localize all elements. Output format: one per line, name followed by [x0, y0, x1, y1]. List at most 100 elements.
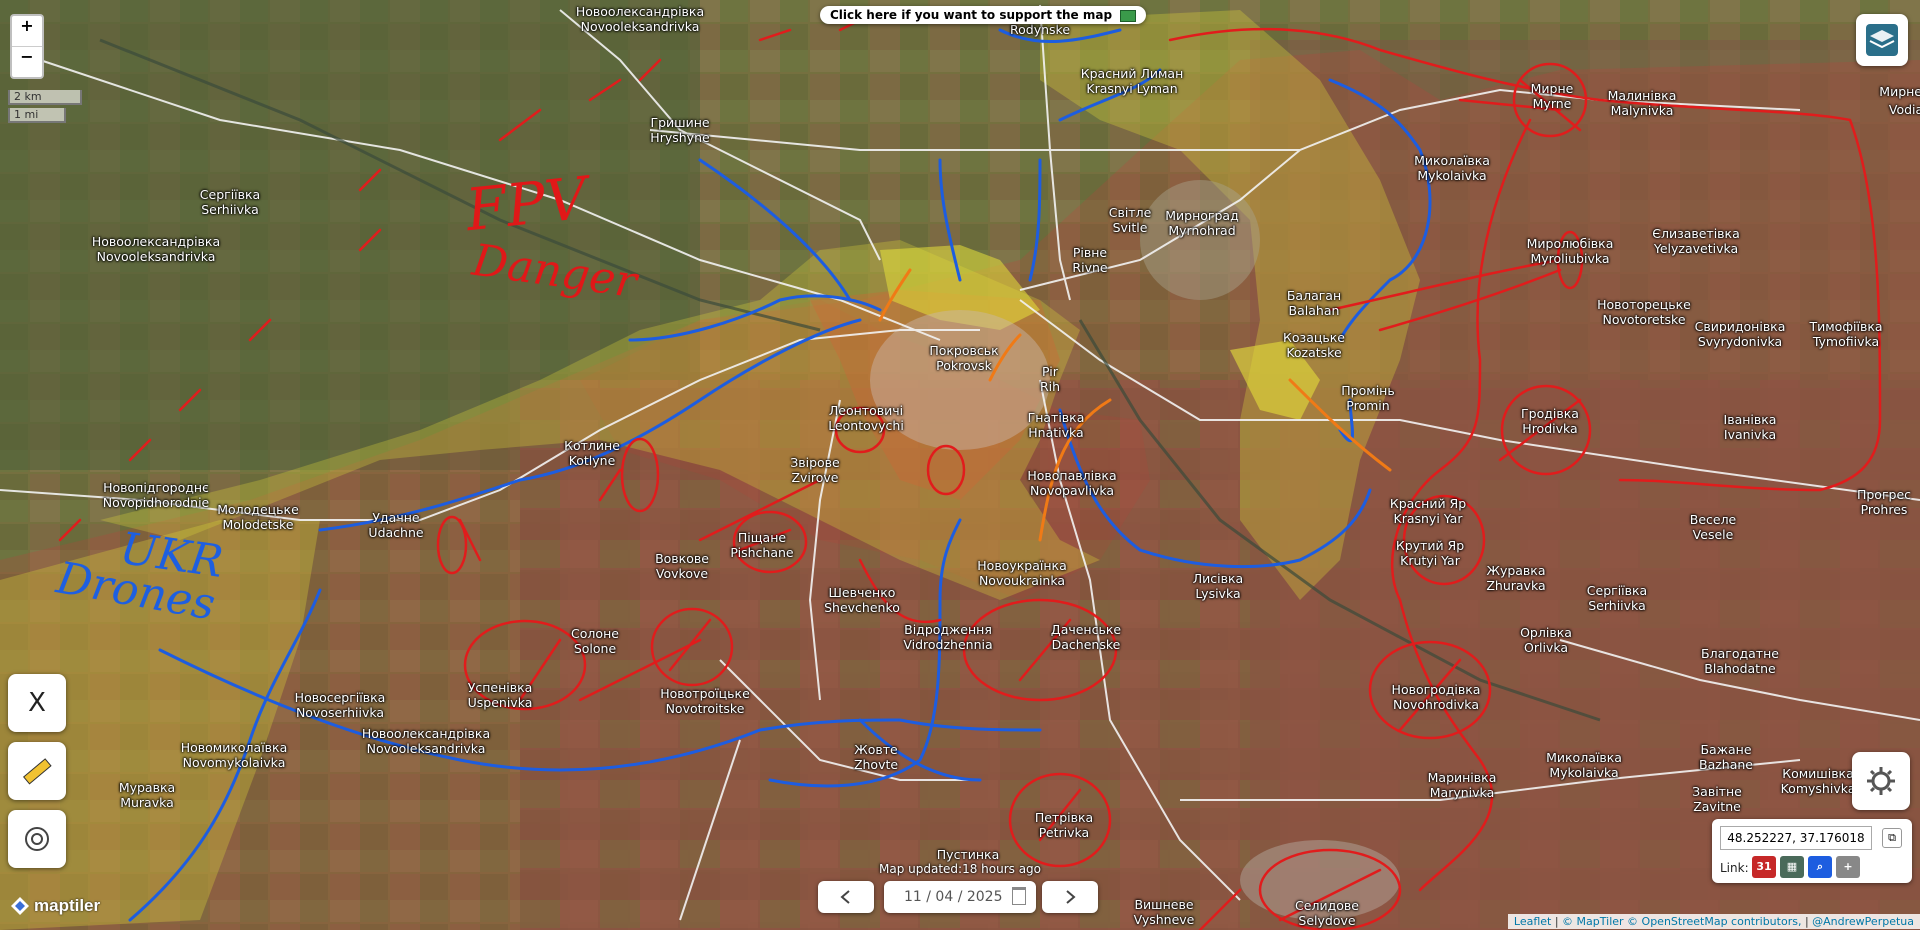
place-label: Новогродівка Novohrodivka	[1391, 682, 1481, 712]
place-label: Новосергіївка Novoserhiivka	[294, 690, 386, 720]
place-label: Вовкове Vovkove	[655, 551, 709, 581]
place-label: Новоолександрівка Novooleksandrivka	[91, 234, 221, 264]
place-label: Успенівка Uspenivka	[467, 680, 533, 710]
ruler-button[interactable]	[8, 742, 66, 800]
leaflet-link[interactable]: Leaflet	[1514, 915, 1551, 928]
place-label: Тимофіївка Tymofiivka	[1809, 319, 1883, 349]
place-label: Орлівка Orlivka	[1520, 625, 1572, 655]
maptiler-link[interactable]: © MapTiler	[1562, 915, 1624, 928]
place-label: Гришине Hryshyne	[650, 115, 710, 145]
target-icon	[25, 827, 49, 851]
settings-button[interactable]	[1852, 752, 1910, 810]
arrow-left-icon	[840, 890, 850, 904]
place-label: Прогрес Prohres	[1856, 487, 1912, 517]
place-label: Покровськ Pokrovsk	[929, 343, 999, 373]
place-label: Pir Rih	[1039, 364, 1061, 394]
maptiler-icon	[11, 897, 29, 915]
place-label: Новоолександрівка Novooleksandrivka	[361, 726, 491, 756]
author-link[interactable]: @AndrewPerpetua	[1812, 915, 1914, 928]
place-label: Комишівка Komyshivka	[1780, 766, 1856, 796]
place-label: Крутий Яр Krutyi Yar	[1395, 538, 1465, 568]
zoom-in-button[interactable]: +	[12, 16, 42, 46]
search-link-icon[interactable]: ⌕	[1808, 856, 1832, 878]
map-link-icon[interactable]: ▦	[1780, 856, 1804, 878]
place-label: Новоторецьке Novotoretske	[1597, 297, 1691, 327]
place-label: Красний Лиман Krasnyi Lyman	[1080, 66, 1184, 96]
copy-icon[interactable]: ⧉	[1882, 828, 1902, 848]
place-label: Свиридонівка Svyrydonivka	[1694, 319, 1786, 349]
previous-day-button[interactable]	[818, 881, 874, 913]
next-day-button[interactable]	[1042, 881, 1098, 913]
gear-icon	[1867, 767, 1895, 795]
link-label: Link:	[1720, 861, 1749, 875]
layers-button[interactable]	[1856, 14, 1908, 66]
map-canvas[interactable]: Новоолександрівка Novooleksandrivka Rodyn…	[0, 0, 1920, 936]
zoom-out-button[interactable]: −	[12, 46, 42, 77]
place-label: Новопавлівка Novopavlivka	[1027, 468, 1117, 498]
place-label: Лисівка Lysivka	[1192, 571, 1244, 601]
coordinates-input[interactable]	[1720, 826, 1872, 850]
place-label: Сергіївка Serhiivka	[1586, 583, 1648, 613]
layers-icon	[1866, 24, 1898, 56]
support-banner-label: Click here if you want to support the ma…	[830, 8, 1113, 22]
place-label: Даченське Dachenske	[1050, 622, 1122, 652]
place-label: Гродівка Hrodivka	[1521, 406, 1579, 436]
place-label: Миколаївка Mykolaivka	[1414, 153, 1490, 183]
place-label: Удачне Udachne	[368, 510, 424, 540]
calendar-icon	[1012, 887, 1026, 905]
place-label: Шевченко Shevchenko	[824, 585, 900, 615]
place-label: Мирноград Myrnohrad	[1165, 208, 1239, 238]
place-label: Новотроїцьке Novotroitske	[660, 686, 750, 716]
ruler-icon	[22, 758, 52, 785]
place-label: Миролюбівка Myroliubivka	[1526, 236, 1614, 266]
money-icon	[1120, 9, 1137, 22]
calendar-link-icon[interactable]: 31	[1752, 856, 1776, 878]
place-label: Мирне	[1879, 84, 1920, 99]
fpv-annotation: FPV	[462, 163, 591, 245]
place-label: Мирне Myrne	[1530, 81, 1574, 111]
place-label: Новомиколаївка Novomykolaivka	[180, 740, 288, 770]
place-label: Новоукраїнка Novoukrainka	[977, 558, 1067, 588]
place-label: Світле Svitle	[1108, 205, 1152, 235]
support-banner[interactable]: Click here if you want to support the ma…	[820, 6, 1147, 24]
scale-km: 2 km	[8, 90, 82, 105]
place-label: Rodynske	[1009, 22, 1071, 37]
osm-link[interactable]: © OpenStreetMap contributors,	[1627, 915, 1801, 928]
place-label: Промінь Promin	[1341, 383, 1395, 413]
zoom-control: + −	[10, 14, 44, 79]
place-label: Єлизаветівка Yelyzavetivka	[1652, 226, 1740, 256]
place-label: Петрівка Petrivka	[1034, 810, 1094, 840]
crosshair-link-icon[interactable]: +	[1836, 856, 1860, 878]
place-label: Веселе Vesele	[1689, 512, 1737, 542]
scale-mi: 1 mi	[8, 108, 66, 123]
arrow-right-icon	[1066, 890, 1076, 904]
attribution-bar: Leaflet | © MapTiler © OpenStreetMap con…	[1507, 914, 1920, 929]
locate-button[interactable]	[8, 810, 66, 868]
close-drawing-button[interactable]: X	[8, 674, 66, 732]
date-picker[interactable]: 11 / 04 / 2025	[884, 881, 1036, 913]
date-value: 11 / 04 / 2025	[904, 889, 1003, 905]
place-label: Завітне Zavitne	[1692, 784, 1742, 814]
place-label: Муравка Muravka	[118, 780, 176, 810]
place-label: Vodian	[1888, 102, 1920, 117]
place-label: Леонтовичі Leontovychi	[828, 403, 904, 433]
place-label: Красний Яр Krasnyi Yar	[1389, 496, 1467, 526]
update-note: Map updated:18 hours ago	[878, 862, 1042, 876]
place-label: Журавка Zhuravka	[1486, 563, 1546, 593]
place-label: Маринівка Marynivka	[1427, 770, 1497, 800]
place-label: Котлине Kotlyne	[564, 438, 620, 468]
bottom-strip	[0, 930, 1920, 936]
place-label: Малинівка Malynivka	[1607, 88, 1677, 118]
place-label: Піщане Pishchane	[730, 530, 794, 560]
place-label: Сергіївка Serhiivka	[199, 187, 261, 217]
place-label: Новопідгороднє Novopidhorodnie	[102, 480, 210, 510]
place-label: Солоне Solone	[571, 626, 619, 656]
place-label: Жовте Zhovte	[853, 742, 899, 772]
place-label: Бажане Bazhane	[1699, 742, 1753, 772]
place-label: Гнатівка Hnativka	[1027, 410, 1085, 440]
place-label: Козацьке Kozatske	[1283, 330, 1345, 360]
maptiler-logo[interactable]: maptiler	[10, 896, 100, 916]
place-label: Звірове Zvirove	[790, 455, 840, 485]
place-label: Балаган Balahan	[1286, 288, 1342, 318]
place-label: Вишневе Vyshneve	[1133, 897, 1195, 927]
